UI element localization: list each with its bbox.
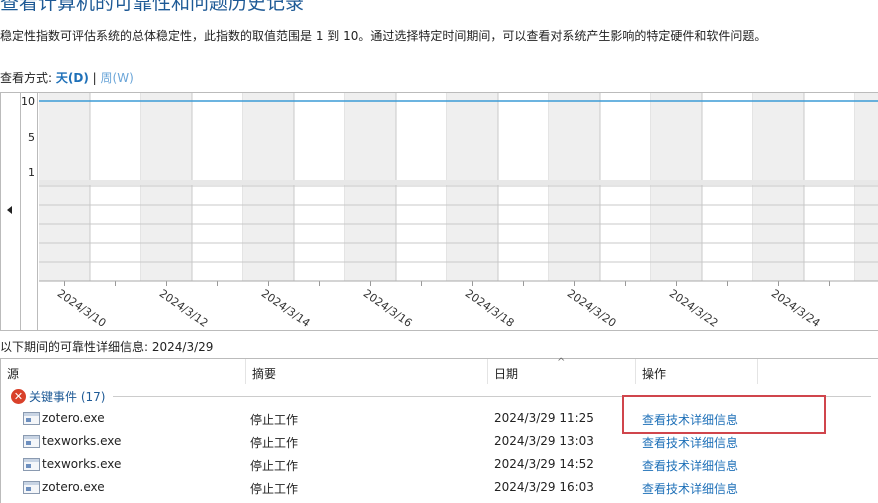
day-column-shade — [855, 93, 878, 281]
table-row[interactable]: zotero.exe 停止工作 2024/3/29 16:03 查看技术详细信息 — [1, 477, 878, 500]
source-name: zotero.exe — [42, 411, 105, 425]
table-row[interactable]: texworks.exe 停止工作 2024/3/29 13:03 查看技术详细… — [1, 431, 878, 454]
source-name: texworks.exe — [42, 457, 122, 471]
view-technical-details-link[interactable]: 查看技术详细信息 — [642, 480, 738, 497]
summary-cell: 停止工作 — [250, 482, 299, 496]
x-tick-label: 2024/3/24 — [769, 287, 823, 330]
summary-cell: 停止工作 — [250, 436, 299, 450]
y-tick-label: 10 — [21, 95, 35, 108]
source-name: zotero.exe — [42, 480, 105, 494]
view-technical-details-link[interactable]: 查看技术详细信息 — [642, 457, 738, 474]
y-tick-label: 1 — [28, 166, 35, 179]
reliability-chart[interactable]: 10 5 1 2024/3/10 2024/3/12 2024/3/14 2024/3… — [0, 92, 878, 331]
view-technical-details-link[interactable]: 查看技术详细信息 — [642, 434, 738, 451]
details-label: 以下期间的可靠性详细信息: 2024/3/29 — [0, 340, 214, 354]
y-tick-label: 5 — [28, 131, 35, 144]
error-icon: ✕ — [11, 389, 26, 404]
group-label: 关键事件 (17) — [29, 390, 106, 404]
left-arrow-icon — [7, 206, 12, 214]
chart-plot[interactable]: 2024/3/10 2024/3/12 2024/3/14 2024/3/16 2024… — [39, 93, 878, 330]
application-icon — [23, 480, 40, 494]
y-axis: 10 5 1 — [21, 93, 38, 330]
date-cell: 2024/3/29 14:52 — [494, 457, 594, 471]
view-by-separator: | — [92, 71, 97, 85]
day-column-shade — [141, 93, 192, 281]
date-cell: 2024/3/29 13:03 — [494, 434, 594, 448]
date-cell: 2024/3/29 16:03 — [494, 480, 594, 494]
day-column-shade — [651, 93, 702, 281]
column-header-action[interactable]: 操作 — [636, 359, 758, 384]
x-tick-label: 2024/3/16 — [361, 287, 415, 330]
x-tick-label: 2024/3/12 — [157, 287, 211, 330]
highlight-box — [622, 395, 826, 434]
x-tick-label: 2024/3/10 — [55, 287, 109, 330]
view-by: 查看方式: 天(D) | 周(W) — [0, 69, 134, 86]
x-tick-label: 2024/3/18 — [463, 287, 517, 330]
application-icon — [23, 434, 40, 448]
section-divider — [39, 180, 878, 185]
column-header-source[interactable]: 源 — [1, 359, 246, 384]
source-cell: texworks.exe — [23, 434, 121, 448]
day-column-shade — [243, 93, 294, 281]
table-row[interactable]: texworks.exe 停止工作 2024/3/29 14:52 查看技术详细… — [1, 454, 878, 477]
description: 稳定性指数可评估系统的总体稳定性，此指数的取值范围是 1 到 10。通过选择特定… — [0, 29, 767, 43]
view-by-week-link[interactable]: 周(W) — [101, 71, 134, 85]
summary-cell: 停止工作 — [250, 413, 299, 427]
column-header-summary[interactable]: 摘要 — [246, 359, 488, 384]
summary-cell: 停止工作 — [250, 459, 299, 473]
day-column-shade — [345, 93, 396, 281]
x-tick-label: 2024/3/22 — [667, 287, 721, 330]
source-name: texworks.exe — [42, 434, 122, 448]
application-icon — [23, 411, 40, 425]
day-column-shade — [39, 93, 90, 281]
source-cell: zotero.exe — [23, 411, 105, 425]
source-cell: zotero.exe — [23, 480, 105, 494]
application-icon — [23, 457, 40, 471]
x-tick-label: 2024/3/14 — [259, 287, 313, 330]
page-title: 查看计算机的可靠性和问题历史记录 — [0, 0, 305, 14]
day-column-shade — [447, 93, 498, 281]
x-tick-label: 2024/3/20 — [565, 287, 619, 330]
view-by-day-link[interactable]: 天(D) — [56, 71, 89, 85]
day-column-shade — [753, 93, 804, 281]
scroll-left-button[interactable] — [1, 93, 21, 330]
day-column-shade — [549, 93, 600, 281]
sort-ascending-icon: ^ — [557, 357, 566, 368]
date-cell: 2024/3/29 11:25 — [494, 411, 594, 425]
view-by-label: 查看方式: — [0, 71, 53, 85]
source-cell: texworks.exe — [23, 457, 121, 471]
